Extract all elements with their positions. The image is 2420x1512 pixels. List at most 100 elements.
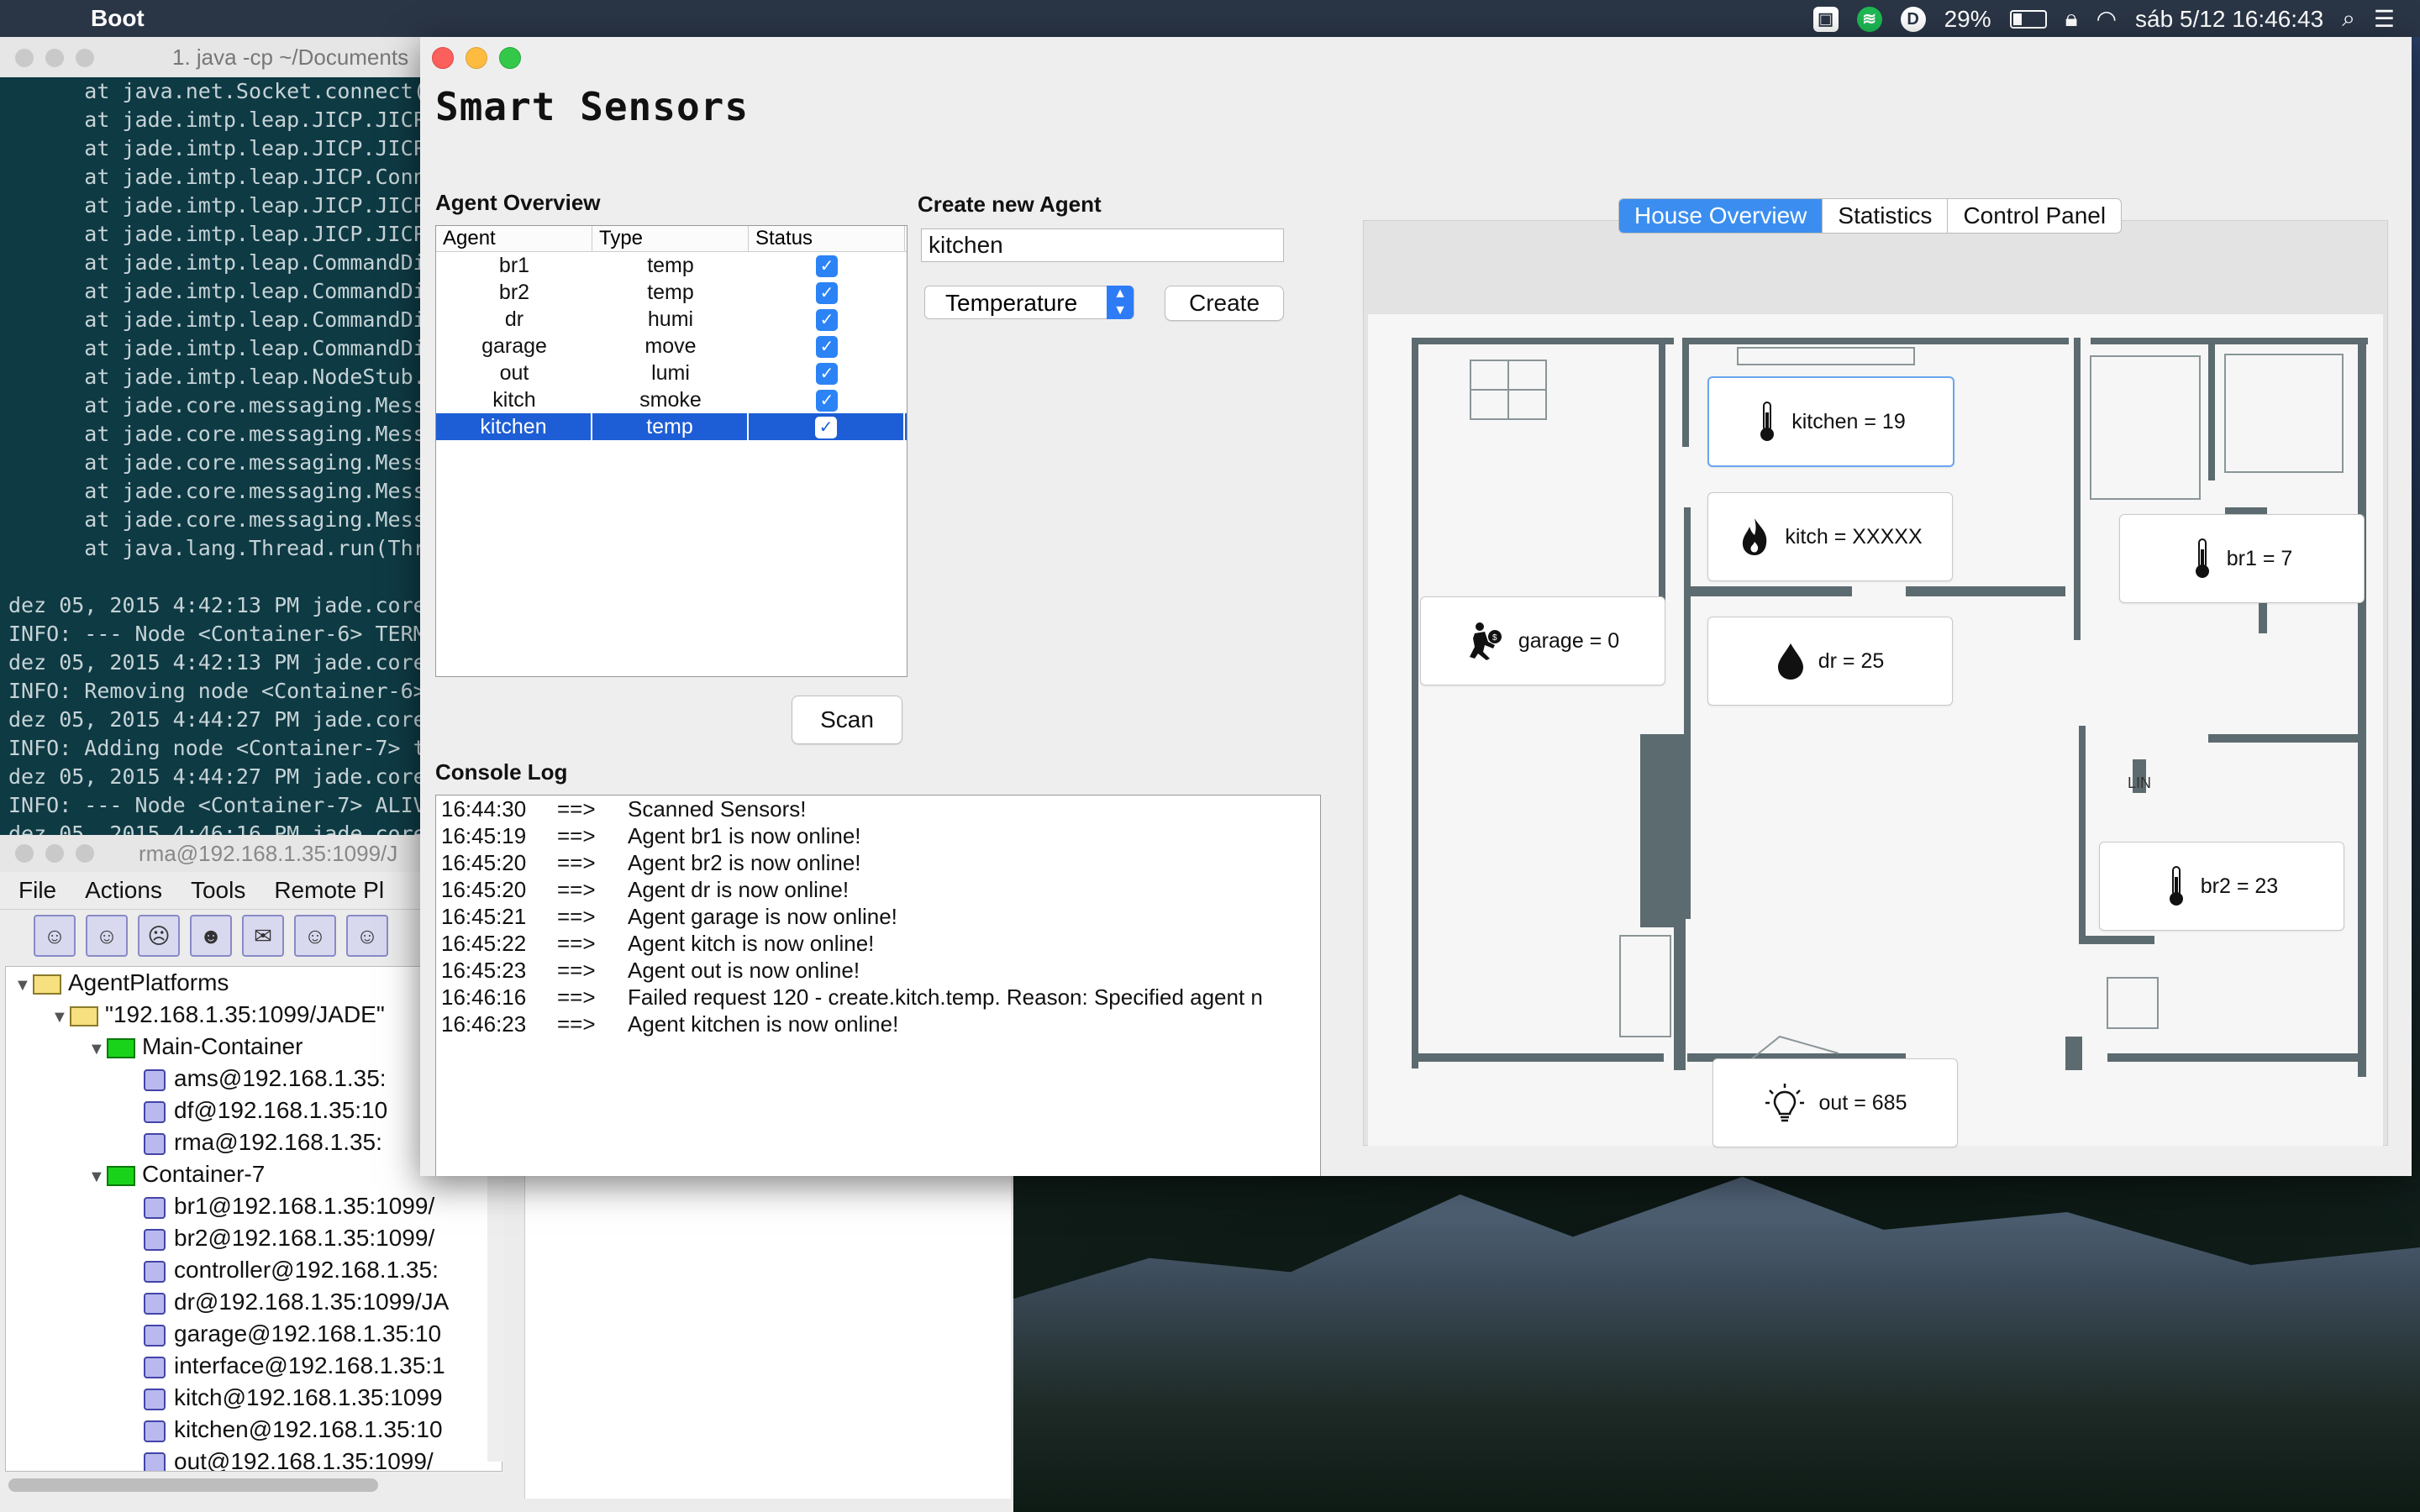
console-line: 16:46:16 ==> Failed request 120 - create.k… (436, 984, 1320, 1011)
terminal-close-button[interactable] (15, 49, 34, 67)
rma-minimize-button[interactable] (45, 844, 64, 863)
smart-sensors-titlebar[interactable] (420, 37, 2412, 77)
tree-node[interactable]: br2@192.168.1.35:1099/ (6, 1222, 502, 1254)
table-row[interactable]: kitchen temp ✓ (436, 413, 907, 440)
tab-house-overview[interactable]: House Overview (1619, 199, 1823, 233)
tree-node[interactable]: kitchen@192.168.1.35:10 (6, 1414, 502, 1446)
table-row[interactable]: kitch smoke ✓ (436, 386, 907, 413)
tree-expand-icon[interactable]: ▼ (14, 969, 33, 1001)
console-line: 16:45:23 ==> Agent out is now online! (436, 957, 1320, 984)
spotlight-search-icon[interactable]: ⌕ (2342, 5, 2355, 33)
menubar-clock[interactable]: sáb 5/12 16:46:43 (2135, 6, 2323, 33)
tree-node[interactable]: garage@192.168.1.35:10 (6, 1318, 502, 1350)
sensor-card-dr[interactable]: dr = 25 (1707, 617, 1953, 706)
table-row[interactable]: out lumi ✓ (436, 360, 907, 386)
column-header-agent[interactable]: Agent (436, 226, 592, 251)
zoom-button[interactable] (499, 47, 521, 69)
terminal-line: INFO: Adding node <Container-7> to (8, 736, 437, 760)
tree-expand-icon[interactable]: ▼ (88, 1033, 107, 1065)
agent-table-header: Agent Type Status (436, 226, 907, 252)
sensor-card-out[interactable]: out = 685 (1712, 1058, 1958, 1147)
create-button[interactable]: Create (1165, 286, 1284, 321)
tab-control-panel[interactable]: Control Panel (1948, 199, 2121, 233)
agent-icon (144, 1452, 166, 1471)
tab-statistics[interactable]: Statistics (1823, 199, 1949, 233)
sensor-card-garage[interactable]: $ garage = 0 (1420, 596, 1665, 685)
agent-name-input[interactable]: kitchen (921, 228, 1284, 262)
status-checkbox[interactable]: ✓ (816, 309, 838, 332)
lock-icon[interactable]: 🔒︎ (2065, 5, 2078, 33)
tree-horizontal-scrollbar[interactable] (8, 1478, 378, 1492)
d-app-icon[interactable]: D (1900, 6, 1926, 32)
send-message-icon[interactable]: ✉ (242, 915, 284, 957)
rma-menu-tools[interactable]: Tools (191, 872, 245, 909)
sniffer-agent-icon[interactable]: ☺ (294, 915, 336, 957)
agent-table[interactable]: Agent Type Status br1 temp ✓ br2 temp ✓ dr humi… (435, 225, 908, 677)
table-row[interactable]: dr humi ✓ (436, 306, 907, 333)
status-checkbox[interactable]: ✓ (816, 255, 838, 278)
tree-expand-icon[interactable]: ▼ (51, 1001, 70, 1033)
wifi-icon[interactable]: ◠ (2096, 5, 2117, 33)
sensor-card-kitch[interactable]: kitch = XXXXX (1707, 492, 1953, 581)
light-bulb-icon (1765, 1084, 1804, 1122)
tree-node[interactable]: out@192.168.1.35:1099/ (6, 1446, 502, 1471)
tree-node[interactable]: kitch@192.168.1.35:1099 (6, 1382, 502, 1414)
terminal-zoom-button[interactable] (76, 49, 94, 67)
battery-percent: 29% (1944, 5, 1991, 32)
notification-center-icon[interactable]: ☰ (2374, 5, 2395, 33)
rma-menu-actions[interactable]: Actions (85, 872, 162, 909)
tree-node[interactable]: dr@192.168.1.35:1099/JA (6, 1286, 502, 1318)
cell-agent: kitch (492, 388, 536, 412)
start-agent-icon[interactable]: ☺ (34, 915, 76, 957)
sensor-card-kitchen[interactable]: kitchen = 19 (1707, 376, 1954, 467)
terminal-line: at jade.imtp.leap.CommandDi (8, 250, 426, 275)
sensor-label-kitch: kitch = XXXXX (1785, 524, 1923, 549)
status-checkbox[interactable]: ✓ (816, 282, 838, 305)
table-row[interactable]: garage move ✓ (436, 333, 907, 360)
introspector-agent-icon[interactable]: ☺ (346, 915, 388, 957)
spotify-icon[interactable]: ≋ (1856, 6, 1882, 32)
tree-node[interactable]: interface@192.168.1.35:1 (6, 1350, 502, 1382)
status-checkbox[interactable]: ✓ (815, 417, 837, 439)
terminal-line: at jade.imtp.leap.JICP.Conn (8, 165, 426, 189)
sensor-card-br1[interactable]: br1 = 7 (2119, 514, 2365, 603)
tree-node[interactable]: controller@192.168.1.35: (6, 1254, 502, 1286)
column-header-type[interactable]: Type (592, 226, 749, 251)
bookmark-menu-icon[interactable]: ▣ (1812, 6, 1839, 32)
status-checkbox[interactable]: ✓ (816, 363, 838, 386)
tree-node-label: controller@192.168.1.35: (174, 1257, 439, 1283)
console-log[interactable]: 16:44:30 ==> Scanned Sensors! 16:45:19 ==> Ag… (435, 795, 1321, 1176)
close-button[interactable] (432, 47, 454, 69)
rma-menu-file[interactable]: File (18, 872, 56, 909)
terminal-line: at jade.imtp.leap.JICP.JICP (8, 108, 426, 132)
active-app-name[interactable]: Boot (91, 5, 145, 32)
rma-zoom-button[interactable] (76, 844, 94, 863)
battery-icon[interactable] (2009, 9, 2047, 29)
status-checkbox[interactable]: ✓ (816, 390, 838, 412)
tree-node-label: "192.168.1.35:1099/JADE" (105, 1001, 385, 1027)
tree-node[interactable]: br1@192.168.1.35:1099/ (6, 1190, 502, 1222)
console-timestamp: 16:44:30 (441, 796, 527, 822)
tree-expand-icon[interactable]: ▼ (88, 1161, 107, 1193)
rma-menu-remote-platforms[interactable]: Remote Pl (274, 872, 384, 909)
scan-button[interactable]: Scan (792, 696, 902, 744)
terminal-line: INFO: --- Node <Container-7> ALIVE (8, 793, 437, 817)
status-checkbox[interactable]: ✓ (816, 336, 838, 359)
tree-node-label: dr@192.168.1.35:1099/JA (174, 1289, 450, 1315)
sensor-type-select[interactable]: Temperature ▲ ▼ (924, 286, 1134, 319)
terminal-output[interactable]: at java.net.Socket.connect( at jade.imtp… (0, 77, 437, 843)
resume-agent-icon[interactable]: ☻ (190, 915, 232, 957)
minimize-button[interactable] (466, 47, 487, 69)
agent-icon[interactable]: ☺ (86, 915, 128, 957)
column-header-status[interactable]: Status (749, 226, 905, 251)
agent-icon (144, 1132, 166, 1155)
rma-close-button[interactable] (15, 844, 34, 863)
terminal-titlebar[interactable]: 1. java -cp ~/Documents (0, 37, 437, 77)
terminal-line: at java.lang.Thread.run(Thr (8, 536, 426, 560)
table-row[interactable]: br1 temp ✓ (436, 252, 907, 279)
console-line: 16:45:21 ==> Agent garage is now online! (436, 903, 1320, 930)
sensor-card-br2[interactable]: br2 = 23 (2099, 842, 2344, 931)
terminal-minimize-button[interactable] (45, 49, 64, 67)
table-row[interactable]: br2 temp ✓ (436, 279, 907, 306)
kill-agent-icon[interactable]: ☹ (138, 915, 180, 957)
